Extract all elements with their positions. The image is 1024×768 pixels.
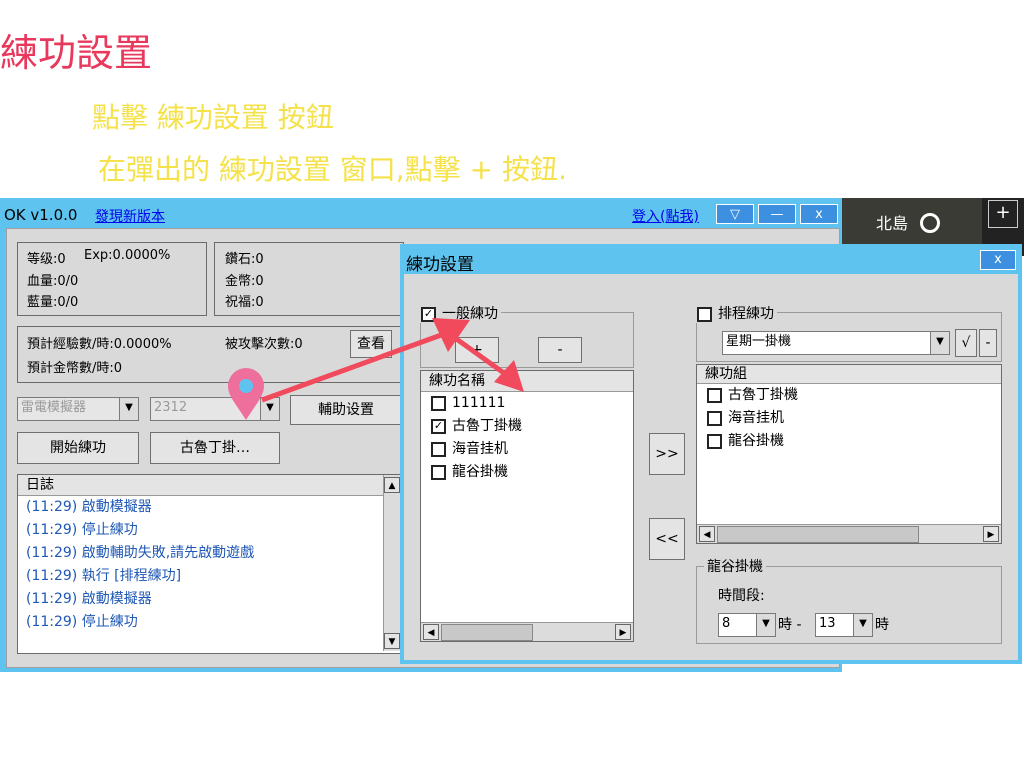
- annotation-arrowhead: [494, 360, 524, 392]
- annotation-arrow-line: [442, 327, 510, 379]
- location-pin-icon: [228, 368, 264, 420]
- annotation-arrow-line: [261, 331, 445, 403]
- annotation-overlay: [228, 318, 524, 420]
